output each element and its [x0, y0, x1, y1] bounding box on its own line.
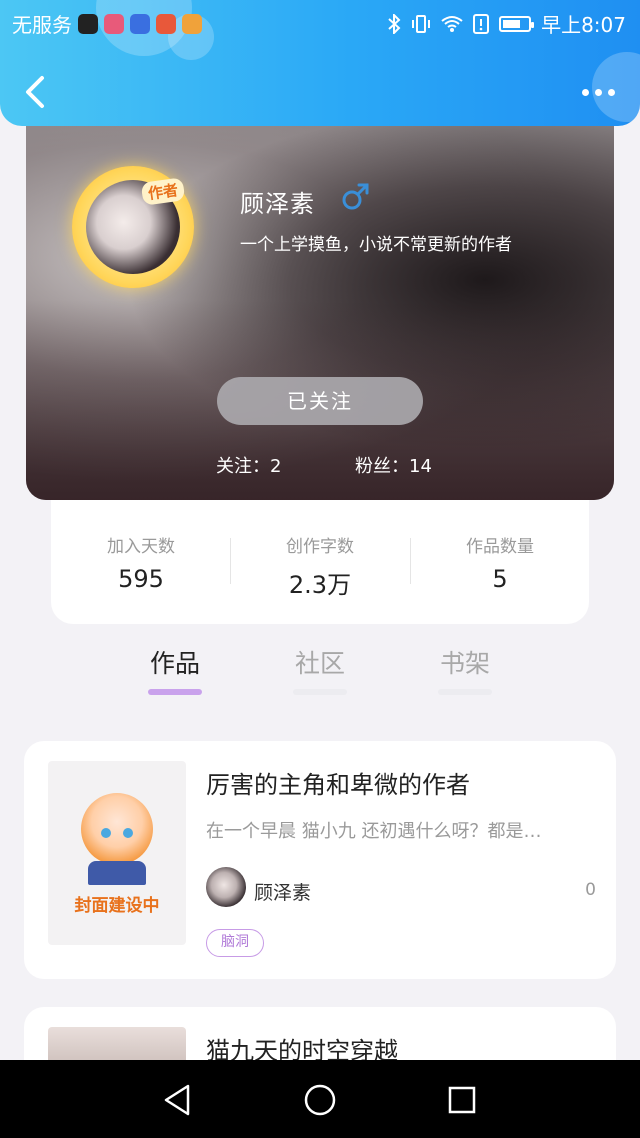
stat-value: 5	[492, 565, 508, 593]
chevron-left-icon	[26, 76, 44, 108]
tab-works[interactable]: 作品	[130, 644, 220, 680]
book-card[interactable]: 封面建设中 厉害的主角和卑微的作者 在一个早晨 猫小九 还初遇什么呀？都是… 顾…	[24, 741, 616, 979]
mascot-eyes	[101, 828, 133, 838]
following-count[interactable]: 关注：2	[216, 452, 281, 478]
system-nav-bar	[0, 1060, 640, 1138]
book-cover: 封面建设中	[48, 761, 186, 945]
book-description: 在一个早晨 猫小九 还初遇什么呀？都是…	[206, 821, 542, 842]
baidu-icon	[130, 13, 150, 34]
cover-placeholder-text: 封面建设中	[74, 896, 160, 916]
stat-label: 创作字数	[286, 537, 354, 557]
book-tag[interactable]: 脑洞	[206, 929, 264, 957]
stat-label: 加入天数	[107, 537, 175, 557]
battery-icon	[499, 15, 535, 32]
sim-alert-icon	[473, 13, 490, 34]
recents-square-icon[interactable]	[442, 1080, 482, 1120]
more-dot	[582, 88, 589, 96]
play-icon	[182, 13, 202, 34]
stats-card: 加入天数 595 创作字数 2.3万 作品数量 5	[51, 496, 589, 624]
carrier-label: 无服务	[12, 13, 72, 37]
app-notification-icon	[104, 13, 124, 34]
stat-label: 作品数量	[466, 537, 534, 557]
app-notification-icon	[156, 13, 176, 34]
male-icon	[342, 183, 369, 210]
tab-indicator	[148, 689, 202, 695]
book-author: 顾泽素	[254, 882, 312, 904]
mascot-body	[88, 861, 146, 885]
profile-bio: 一个上学摸鱼，小说不常更新的作者	[240, 235, 512, 255]
status-bar: 无服务 早上8:07	[0, 0, 640, 44]
background-image	[26, 100, 614, 500]
book-title: 厉害的主角和卑微的作者	[206, 771, 470, 799]
stat-join-days: 加入天数 595	[51, 532, 231, 593]
tab-community[interactable]: 社区	[275, 644, 365, 680]
book-count: 0	[585, 880, 596, 900]
stat-word-count: 创作字数 2.3万	[230, 532, 410, 600]
bluetooth-icon	[388, 13, 401, 34]
tab-indicator	[293, 689, 347, 695]
follow-button[interactable]: 已关注	[217, 377, 423, 425]
followers-count[interactable]: 粉丝：14	[355, 452, 432, 478]
more-dot	[608, 88, 615, 96]
profile-header-card: 作者 顾泽素 一个上学摸鱼，小说不常更新的作者 已关注 关注：2 粉丝：14	[26, 100, 614, 500]
top-bar: 无服务 早上8:07	[0, 0, 640, 126]
clock: 早上8:07	[541, 13, 626, 37]
wifi-icon	[441, 15, 463, 32]
more-dot	[595, 88, 602, 96]
home-circle-icon[interactable]	[300, 1080, 340, 1120]
vibrate-icon	[412, 14, 431, 33]
back-button[interactable]	[18, 72, 54, 112]
tab-bookshelf[interactable]: 书架	[420, 644, 510, 680]
avatar	[206, 867, 246, 907]
stat-works-count: 作品数量 5	[410, 532, 590, 593]
tab-indicator	[438, 689, 492, 695]
stat-value: 595	[118, 565, 164, 593]
tiktok-icon	[78, 13, 98, 34]
back-triangle-icon[interactable]	[158, 1080, 198, 1120]
stat-value: 2.3万	[288, 571, 352, 599]
works-list: 封面建设中 厉害的主角和卑微的作者 在一个早晨 猫小九 还初遇什么呀？都是… 顾…	[0, 712, 640, 1087]
more-button[interactable]	[582, 82, 622, 102]
profile-name: 顾泽素	[240, 190, 315, 218]
